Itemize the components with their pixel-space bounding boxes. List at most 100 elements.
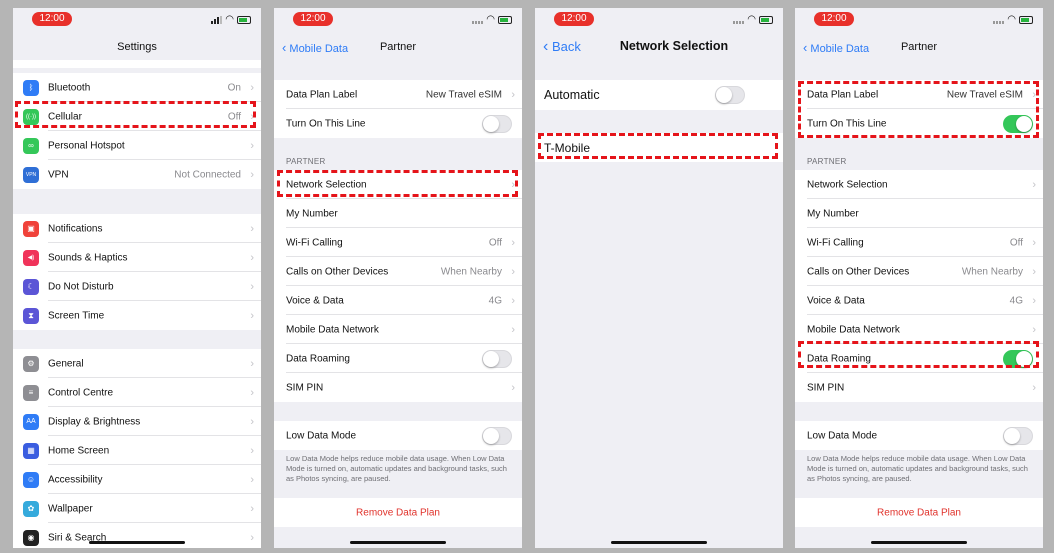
settings-row-sounds[interactable]: ◀) Sounds & Haptics › bbox=[13, 243, 261, 272]
settings-row-siri[interactable]: ◉ Siri & Search › bbox=[13, 523, 261, 548]
partner-screen-after: 12:00 ◠ ‹ Mobile Data Partner Data Plan … bbox=[795, 8, 1043, 548]
voice-data-row[interactable]: Voice & Data 4G › bbox=[795, 286, 1043, 315]
low-data-mode-toggle[interactable] bbox=[1003, 426, 1033, 445]
home-indicator bbox=[89, 541, 185, 544]
status-bar: 12:00 ◠ bbox=[795, 8, 1043, 30]
settings-row-vpn[interactable]: VPN VPN Not Connected › bbox=[13, 160, 261, 189]
network-selection-row[interactable]: Network Selection › bbox=[795, 170, 1043, 199]
sim-pin-row[interactable]: SIM PIN › bbox=[795, 373, 1043, 402]
status-bar: 12:00 ◠ bbox=[274, 8, 522, 30]
battery-icon bbox=[237, 15, 251, 24]
chevron-right-icon: › bbox=[250, 222, 254, 235]
remove-data-plan-button[interactable]: Remove Data Plan bbox=[274, 498, 522, 527]
settings-row-accessibility[interactable]: ☺ Accessibility › bbox=[13, 465, 261, 494]
partner-screen-before: 12:00 ◠ ‹ Mobile Data Partner Data Plan … bbox=[274, 8, 522, 548]
settings-row-display[interactable]: AA Display & Brightness › bbox=[13, 407, 261, 436]
chevron-right-icon: › bbox=[250, 168, 254, 181]
highlight-network-selection bbox=[277, 170, 518, 197]
highlight-data-roaming bbox=[798, 341, 1039, 368]
settings-row-wallpaper[interactable]: ✿ Wallpaper › bbox=[13, 494, 261, 523]
page-title: Partner bbox=[900, 41, 938, 53]
sim-pin-row[interactable]: SIM PIN › bbox=[274, 373, 522, 402]
chevron-right-icon: › bbox=[1032, 381, 1036, 394]
status-bar: 12:00 ◠ bbox=[535, 8, 783, 30]
nav-bar: ‹ Back Network Selection bbox=[535, 34, 783, 60]
home-indicator bbox=[350, 541, 446, 544]
settings-row-bluetooth[interactable]: ᛒ Bluetooth On › bbox=[13, 73, 261, 102]
battery-icon bbox=[1019, 15, 1033, 24]
cellular-signal-icon bbox=[993, 16, 1005, 24]
chevron-right-icon: › bbox=[1032, 323, 1036, 336]
chevron-right-icon: › bbox=[1032, 265, 1036, 278]
bluetooth-icon: ᛒ bbox=[23, 79, 39, 96]
highlight-cellular bbox=[15, 101, 256, 128]
wifi-icon: ◠ bbox=[225, 14, 234, 25]
cellular-signal-icon bbox=[211, 15, 223, 24]
low-data-mode-row: Low Data Mode bbox=[274, 421, 522, 450]
chevron-right-icon: › bbox=[250, 309, 254, 322]
settings-row-general[interactable]: ⚙ General › bbox=[13, 349, 261, 378]
page-title: Partner bbox=[379, 41, 417, 53]
section-header: PARTNER bbox=[286, 157, 326, 166]
wifi-icon: ◠ bbox=[1007, 14, 1016, 25]
settings-row-notifications[interactable]: ▣ Notifications › bbox=[13, 214, 261, 243]
chevron-right-icon: › bbox=[250, 473, 254, 486]
switches-icon: ≡ bbox=[23, 384, 39, 401]
calls-other-devices-row[interactable]: Calls on Other Devices When Nearby › bbox=[795, 257, 1043, 286]
settings-row-screen-time[interactable]: ⧗ Screen Time › bbox=[13, 301, 261, 330]
data-roaming-row: Data Roaming bbox=[274, 344, 522, 373]
automatic-toggle[interactable] bbox=[715, 86, 745, 104]
network-selection-screen: 12:00 ◠ ‹ Back Network Selection Automat… bbox=[535, 8, 783, 548]
turn-on-line-toggle[interactable] bbox=[482, 114, 512, 133]
chevron-right-icon: › bbox=[250, 444, 254, 457]
cellular-signal-icon bbox=[472, 16, 484, 24]
notifications-icon: ▣ bbox=[23, 220, 39, 237]
page-title: Settings bbox=[117, 41, 157, 53]
remove-data-plan-button[interactable]: Remove Data Plan bbox=[795, 498, 1043, 527]
home-indicator bbox=[611, 541, 707, 544]
settings-row-control-centre[interactable]: ≡ Control Centre › bbox=[13, 378, 261, 407]
low-data-mode-toggle[interactable] bbox=[482, 426, 512, 445]
chevron-right-icon: › bbox=[1032, 294, 1036, 307]
settings-row-dnd[interactable]: ☾ Do Not Disturb › bbox=[13, 272, 261, 301]
nav-bar: Settings bbox=[13, 34, 261, 60]
automatic-row: Automatic bbox=[535, 80, 783, 110]
mobile-data-network-row[interactable]: Mobile Data Network › bbox=[795, 315, 1043, 344]
text-size-icon: AA bbox=[23, 413, 39, 430]
moon-icon: ☾ bbox=[23, 278, 39, 295]
data-roaming-toggle[interactable] bbox=[482, 349, 512, 368]
chevron-right-icon: › bbox=[250, 81, 254, 94]
settings-row-hotspot[interactable]: ∞ Personal Hotspot › bbox=[13, 131, 261, 160]
chevron-right-icon: › bbox=[511, 236, 515, 249]
chevron-right-icon: › bbox=[250, 415, 254, 428]
gear-icon: ⚙ bbox=[23, 355, 39, 372]
home-indicator bbox=[871, 541, 967, 544]
wifi-calling-row[interactable]: Wi-Fi Calling Off › bbox=[274, 228, 522, 257]
chevron-right-icon: › bbox=[511, 265, 515, 278]
voice-data-row[interactable]: Voice & Data 4G › bbox=[274, 286, 522, 315]
chevron-right-icon: › bbox=[250, 357, 254, 370]
status-time: 12:00 bbox=[293, 12, 333, 26]
chevron-left-icon: ‹ bbox=[543, 38, 549, 55]
wifi-icon: ◠ bbox=[747, 14, 756, 25]
status-time: 12:00 bbox=[814, 12, 854, 26]
my-number-row[interactable]: My Number bbox=[274, 199, 522, 228]
chevron-right-icon: › bbox=[511, 88, 515, 101]
turn-on-line-row: Turn On This Line bbox=[274, 109, 522, 138]
settings-row-home-screen[interactable]: ▦ Home Screen › bbox=[13, 436, 261, 465]
hotspot-icon: ∞ bbox=[23, 137, 39, 154]
chevron-right-icon: › bbox=[1032, 178, 1036, 191]
chevron-right-icon: › bbox=[250, 139, 254, 152]
wifi-calling-row[interactable]: Wi-Fi Calling Off › bbox=[795, 228, 1043, 257]
chevron-right-icon: › bbox=[250, 502, 254, 515]
low-data-footer: Low Data Mode helps reduce mobile data u… bbox=[807, 454, 1028, 483]
speaker-icon: ◀) bbox=[23, 249, 39, 266]
calls-other-devices-row[interactable]: Calls on Other Devices When Nearby › bbox=[274, 257, 522, 286]
chevron-right-icon: › bbox=[511, 323, 515, 336]
mobile-data-network-row[interactable]: Mobile Data Network › bbox=[274, 315, 522, 344]
data-plan-label-row[interactable]: Data Plan Label New Travel eSIM › bbox=[274, 80, 522, 109]
settings-screen: 12:00 ◠ Settings ᛒ Bluetooth On › ((·)) … bbox=[13, 8, 261, 548]
status-bar: 12:00 ◠ bbox=[13, 8, 261, 30]
my-number-row[interactable]: My Number bbox=[795, 199, 1043, 228]
low-data-footer: Low Data Mode helps reduce mobile data u… bbox=[286, 454, 507, 483]
